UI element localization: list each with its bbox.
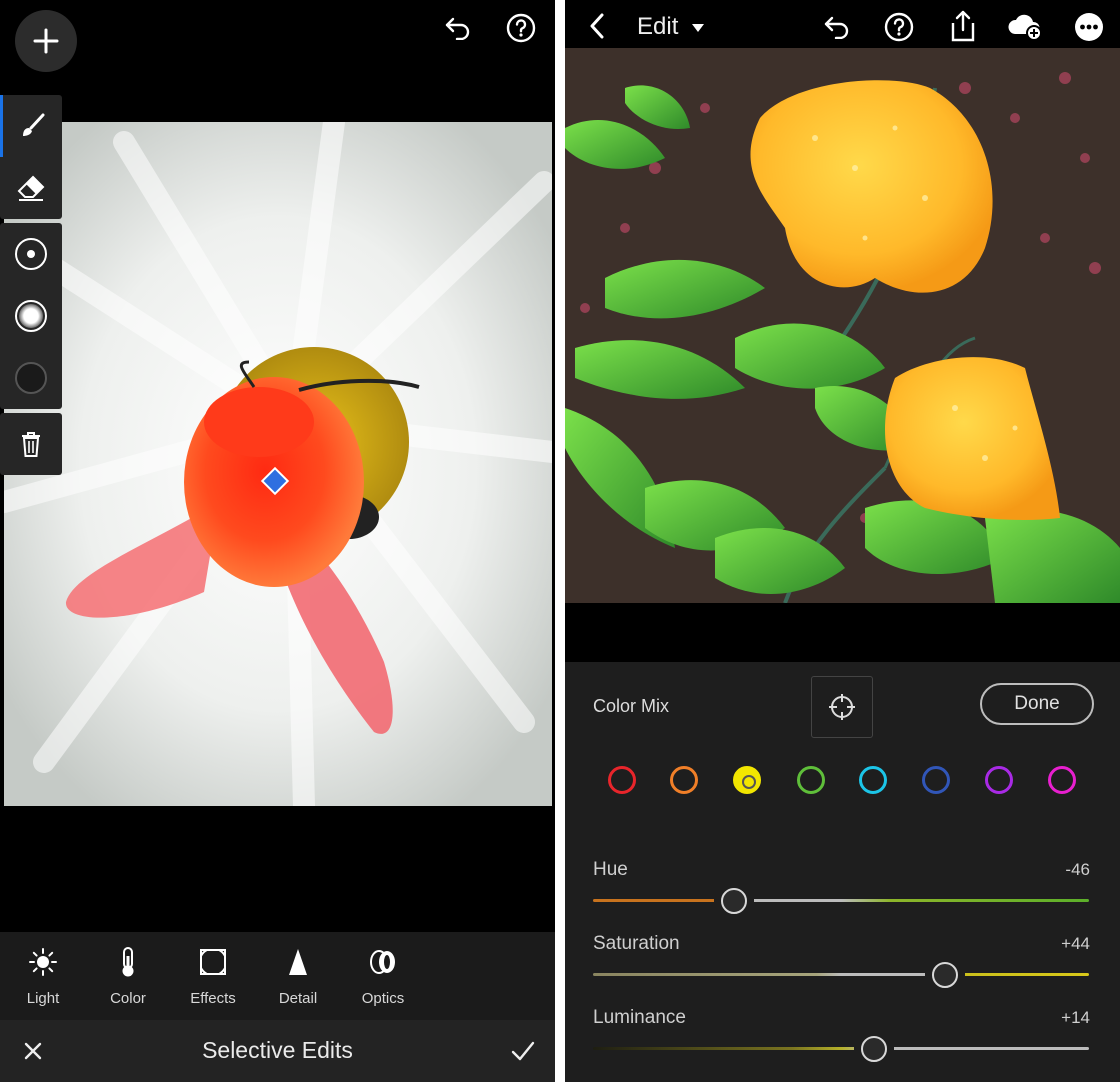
delete-mask-button[interactable] xyxy=(0,413,62,475)
detail-tab-label: Detail xyxy=(278,990,318,1007)
optics-tab-label: Optics xyxy=(361,990,405,1007)
swatch-magenta[interactable] xyxy=(1048,766,1076,794)
eraser-icon xyxy=(17,175,45,201)
panel-divider xyxy=(555,0,565,1082)
undo-icon xyxy=(824,16,849,39)
cloud-add-icon xyxy=(1008,14,1042,41)
effects-tab-label: Effects xyxy=(190,990,236,1007)
done-button[interactable]: Done xyxy=(980,683,1094,725)
plus-icon xyxy=(33,28,59,54)
color-mix-panel: Color Mix Done Hue -46 Saturation +44 Lu… xyxy=(565,662,1120,1082)
swatch-red[interactable] xyxy=(608,766,636,794)
color-tab[interactable]: Color xyxy=(93,942,163,1014)
sun-icon xyxy=(29,948,57,976)
optics-tab[interactable]: Optics xyxy=(348,942,418,1014)
crosshair-icon xyxy=(829,694,855,720)
swatch-aqua[interactable] xyxy=(859,766,887,794)
mask-tool-strip xyxy=(0,95,62,479)
poppy-photo[interactable] xyxy=(565,48,1120,603)
light-tab[interactable]: Light xyxy=(8,942,78,1014)
right-editor-screen: Edit Color Mix Done Hue -46 Saturation +… xyxy=(565,0,1120,1082)
swatch-orange[interactable] xyxy=(670,766,698,794)
undo-icon xyxy=(445,17,470,40)
caret-down-icon xyxy=(692,23,705,32)
brush-size-tool[interactable] xyxy=(0,223,62,285)
eraser-tool[interactable] xyxy=(0,157,62,219)
hue-value: -46 xyxy=(1065,860,1090,879)
swatch-blue[interactable] xyxy=(922,766,950,794)
more-options-button[interactable] xyxy=(1072,10,1106,44)
luminance-value: +14 xyxy=(1061,1008,1090,1027)
undo-button-right[interactable] xyxy=(820,10,854,44)
help-icon xyxy=(884,12,914,42)
poppy-image xyxy=(565,48,1120,603)
share-icon xyxy=(951,10,975,42)
color-tab-label: Color xyxy=(110,990,146,1007)
color-mix-label: Color Mix xyxy=(593,696,670,716)
brush-feather-icon xyxy=(15,300,47,332)
edit-header: Edit xyxy=(565,0,1120,52)
swatch-yellow[interactable] xyxy=(733,766,761,794)
saturation-slider-thumb[interactable] xyxy=(932,962,959,988)
add-button[interactable] xyxy=(15,10,77,72)
lens-icon xyxy=(370,950,395,974)
brush-flow-icon xyxy=(15,362,47,394)
edit-mode-dropdown[interactable]: Edit xyxy=(637,13,705,41)
brush-tool[interactable] xyxy=(0,95,62,157)
confirm-button[interactable] xyxy=(508,1036,538,1066)
help-button[interactable] xyxy=(503,10,539,46)
brush-flow-tool[interactable] xyxy=(0,347,62,409)
saturation-label: Saturation xyxy=(593,933,680,954)
cloud-sync-button[interactable] xyxy=(1005,10,1045,44)
hue-label: Hue xyxy=(593,859,628,880)
luminance-label: Luminance xyxy=(593,1007,686,1028)
checkmark-icon xyxy=(511,1041,535,1061)
light-tab-label: Light xyxy=(26,990,60,1007)
brush-size-icon xyxy=(15,238,47,270)
help-button-right[interactable] xyxy=(882,10,916,44)
left-editor-screen: Light Color Effects Detail Optics Select… xyxy=(0,0,555,1082)
swatch-purple[interactable] xyxy=(985,766,1013,794)
detail-tab[interactable]: Detail xyxy=(263,942,333,1014)
hue-slider-thumb[interactable] xyxy=(721,888,748,914)
undo-button[interactable] xyxy=(440,10,476,46)
edit-mode-label: Edit xyxy=(637,13,679,40)
brush-feather-tool[interactable] xyxy=(0,285,62,347)
thermometer-icon xyxy=(122,947,134,977)
effects-tab[interactable]: Effects xyxy=(178,942,248,1014)
trash-icon xyxy=(22,432,40,457)
back-button[interactable] xyxy=(583,12,611,40)
bee-image xyxy=(4,122,552,806)
saturation-slider-track[interactable] xyxy=(593,973,1089,976)
luminance-slider-thumb[interactable] xyxy=(861,1036,888,1062)
targeted-adjustment-button[interactable] xyxy=(811,676,873,738)
chevron-left-icon xyxy=(590,13,604,39)
triangle-icon xyxy=(289,949,307,975)
brush-icon xyxy=(22,113,44,136)
vignette-frame-icon xyxy=(200,949,226,975)
swatch-green[interactable] xyxy=(797,766,825,794)
saturation-value: +44 xyxy=(1061,934,1090,953)
selective-edits-bar: Selective Edits xyxy=(0,1020,555,1082)
adjustment-toolbar: Light Color Effects Detail Optics xyxy=(0,932,555,1020)
hue-slider-track[interactable] xyxy=(593,899,1089,902)
luminance-slider-track[interactable] xyxy=(593,1047,1089,1050)
help-icon xyxy=(506,13,536,43)
bee-flower-photo[interactable] xyxy=(4,122,552,806)
selective-edits-title: Selective Edits xyxy=(202,1037,353,1063)
share-button[interactable] xyxy=(946,8,980,44)
more-icon xyxy=(1075,13,1103,41)
